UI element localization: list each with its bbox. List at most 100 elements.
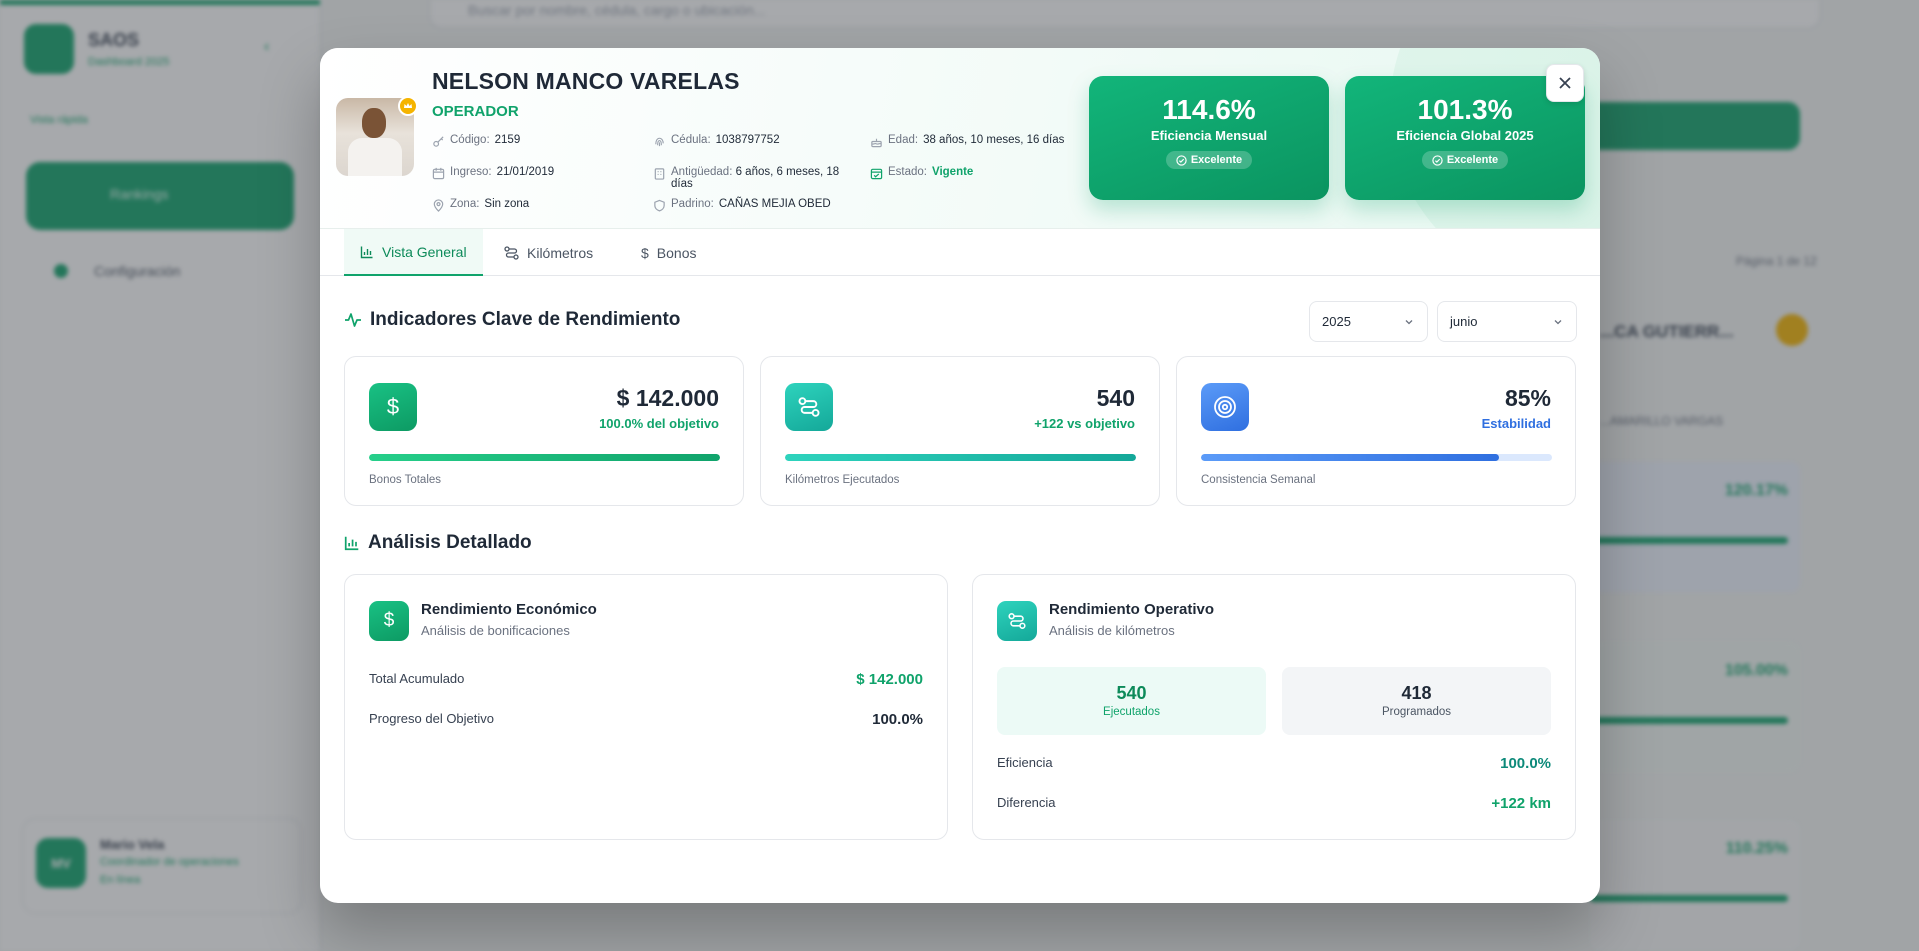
dollar-icon: $: [641, 244, 649, 261]
row-label: Total Acumulado: [369, 671, 465, 686]
avatar-head: [362, 108, 386, 138]
activity-icon: [345, 313, 361, 327]
calendar-icon: [432, 167, 445, 180]
tab-kilometros[interactable]: Kilómetros: [488, 229, 609, 276]
info-cedula: Cédula: 1038797752: [653, 134, 780, 148]
kpi-label: Kilómetros Ejecutados: [785, 474, 900, 486]
info-label: Cédula:: [671, 134, 711, 146]
status-badge: Vigente: [932, 166, 974, 178]
info-codigo: Código: 2159: [432, 134, 520, 148]
kpi-progress-bar: [785, 454, 1136, 461]
info-label: Zona:: [450, 198, 480, 210]
shield-icon: [654, 199, 665, 212]
kpi-label: Consistencia Semanal: [1201, 474, 1316, 486]
kpi-value: 85%: [1504, 385, 1551, 411]
route-icon: [504, 245, 519, 260]
card-title: Rendimiento Económico: [421, 601, 597, 618]
kpi-progress-bar: [1201, 454, 1552, 461]
kpi-progress-fill: [785, 454, 1136, 461]
info-ingreso: Ingreso: 21/01/2019: [432, 166, 554, 180]
year-select-value: 2025: [1322, 314, 1351, 329]
year-select[interactable]: 2025: [1309, 301, 1428, 342]
tab-vista-general[interactable]: Vista General: [344, 229, 483, 276]
executed-km-box: 540 Ejecutados: [997, 667, 1266, 735]
kpi-value: 540: [1096, 385, 1135, 411]
rating-badge: Excelente: [1421, 151, 1509, 169]
tab-bonos[interactable]: $ Bonos: [625, 229, 713, 276]
tab-label: Vista General: [382, 243, 467, 260]
info-value: 1038797752: [715, 134, 780, 146]
kpi-section-title: Indicadores Clave de Rendimiento: [344, 309, 680, 331]
info-zona: Zona: Sin zona: [432, 198, 529, 212]
info-text: Antigüedad: 6 años, 6 meses, 18 días: [671, 166, 853, 190]
executed-km-value: 540: [1116, 683, 1147, 703]
route-icon: [785, 383, 833, 431]
row-value: +122 km: [1491, 795, 1551, 812]
cake-icon: [871, 138, 882, 148]
target-icon: [1201, 383, 1249, 431]
info-antiguedad: Antigüedad: 6 años, 6 meses, 18 días: [653, 166, 853, 190]
close-button[interactable]: [1546, 64, 1584, 102]
info-label: Código:: [450, 134, 490, 146]
tab-label: Bonos: [656, 244, 697, 261]
kpi-card-bonos: $ $ 142.000 100.0% del objetivo Bonos To…: [344, 356, 744, 506]
bar-chart-icon: [360, 246, 373, 258]
row-value: $ 142.000: [856, 671, 923, 688]
kpi-progress-fill: [369, 454, 720, 461]
rating-badge-label: Excelente: [1190, 154, 1243, 166]
chevron-down-icon: [1405, 319, 1413, 324]
info-value: 38 años, 10 meses, 16 días: [923, 134, 1065, 146]
row-label: Diferencia: [997, 795, 1056, 810]
difference-row: Diferencia +122 km: [997, 795, 1551, 812]
building-icon: [654, 168, 665, 180]
employee-detail-modal: NELSON MANCO VARELAS OPERADOR Código: 21…: [320, 48, 1600, 903]
rating-badge: Excelente: [1165, 151, 1253, 169]
detail-section-title: Análisis Detallado: [344, 532, 532, 554]
global-efficiency-label: Eficiencia Global 2025: [1396, 128, 1534, 143]
kpi-value: $ 142.000: [616, 385, 719, 411]
employee-name: NELSON MANCO VARELAS: [432, 68, 740, 94]
monthly-efficiency-label: Eficiencia Mensual: [1150, 128, 1268, 143]
info-value: 2159: [494, 134, 521, 146]
row-value: 100.0%: [1500, 755, 1551, 772]
total-row: Total Acumulado $ 142.000: [369, 671, 923, 688]
info-edad: Edad: 38 años, 10 meses, 16 días: [870, 134, 1064, 148]
row-label: Eficiencia: [997, 755, 1053, 770]
avatar-body: [348, 138, 402, 176]
scheduled-km-value: 418: [1401, 683, 1432, 703]
crown-icon: [398, 96, 418, 116]
tab-label: Kilómetros: [527, 244, 594, 261]
close-icon: [1559, 77, 1571, 89]
monthly-efficiency-card: 114.6% Eficiencia Mensual Excelente: [1089, 76, 1329, 200]
monthly-efficiency-value: 114.6%: [1162, 94, 1256, 125]
kpi-card-consistencia: 85% Estabilidad Consistencia Semanal: [1176, 356, 1576, 506]
info-label: Estado:: [888, 166, 927, 178]
calendar-check-icon: [870, 168, 883, 180]
scheduled-km-label: Programados: [1381, 706, 1452, 718]
executed-km-label: Ejecutados: [1103, 706, 1160, 718]
info-label: Edad:: [888, 134, 919, 146]
kpi-progress-bar: [369, 454, 720, 461]
kpi-label: Bonos Totales: [369, 474, 442, 486]
info-label: Padrino:: [671, 198, 714, 210]
info-estado: Estado: Vigente: [870, 166, 973, 180]
rating-badge-label: Excelente: [1446, 154, 1499, 166]
section-heading: Análisis Detallado: [368, 532, 532, 553]
progress-row: Progreso del Objetivo 100.0%: [369, 711, 923, 728]
map-pin-icon: [433, 199, 444, 212]
key-icon: [433, 136, 444, 147]
month-select[interactable]: junio: [1437, 301, 1577, 342]
info-label: Antigüedad:: [671, 166, 733, 178]
route-icon: [997, 601, 1037, 641]
month-select-value: junio: [1450, 314, 1478, 329]
info-label: Ingreso:: [450, 166, 492, 178]
bar-chart-icon: [344, 536, 359, 551]
row-value: 100.0%: [872, 711, 923, 728]
kpi-subtext: +122 vs objetivo: [1034, 416, 1135, 431]
card-subtitle: Análisis de bonificaciones: [421, 623, 570, 638]
dollar-icon: $: [369, 383, 417, 431]
info-value: CAÑAS MEJIA OBED: [718, 198, 831, 210]
kpi-subtext: 100.0% del objetivo: [599, 416, 719, 431]
efficiency-row: Eficiencia 100.0%: [997, 755, 1551, 772]
dollar-icon: $: [369, 601, 409, 641]
